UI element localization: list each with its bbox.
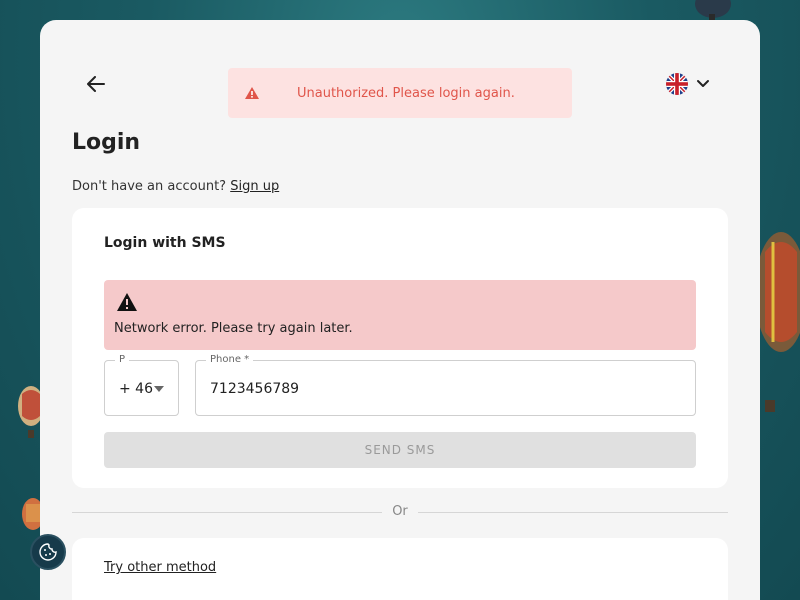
signup-prompt: Don't have an account? Sign up — [72, 178, 279, 196]
toast-message: Unauthorized. Please login again. — [297, 85, 515, 101]
send-sms-button[interactable]: SEND SMS — [104, 432, 696, 468]
divider-line — [418, 512, 728, 513]
country-prefix-select[interactable]: P + 46 — [104, 353, 179, 416]
caret-down-icon — [154, 386, 164, 392]
uk-flag-icon — [666, 73, 688, 95]
chevron-down-icon — [696, 76, 712, 92]
error-toast: Unauthorized. Please login again. — [228, 68, 572, 118]
balloon-image — [695, 0, 731, 20]
warning-icon — [244, 85, 260, 101]
signup-link[interactable]: Sign up — [230, 179, 279, 194]
try-other-method-link[interactable]: Try other method — [104, 559, 216, 577]
error-message: Network error. Please try again later. — [114, 321, 353, 336]
warning-icon — [117, 293, 137, 311]
divider-label: Or — [392, 504, 408, 519]
prefix-legend: P — [115, 353, 130, 367]
balloon-image — [755, 232, 800, 412]
signup-prompt-text: Don't have an account? — [72, 179, 227, 194]
arrow-left-icon — [87, 76, 105, 92]
phone-legend: Phone * — [206, 353, 254, 367]
cookie-icon — [39, 543, 57, 561]
network-error-alert: Network error. Please try again later. — [104, 280, 696, 350]
back-button[interactable] — [80, 68, 112, 100]
prefix-value: + 46 — [119, 381, 153, 397]
sms-card-title: Login with SMS — [104, 235, 226, 251]
language-selector[interactable] — [666, 72, 720, 96]
page-title: Login — [72, 130, 141, 155]
phone-input[interactable] — [210, 377, 670, 401]
cookie-settings-button[interactable] — [30, 534, 66, 570]
divider-line — [72, 512, 382, 513]
phone-field: Phone * — [195, 353, 696, 416]
